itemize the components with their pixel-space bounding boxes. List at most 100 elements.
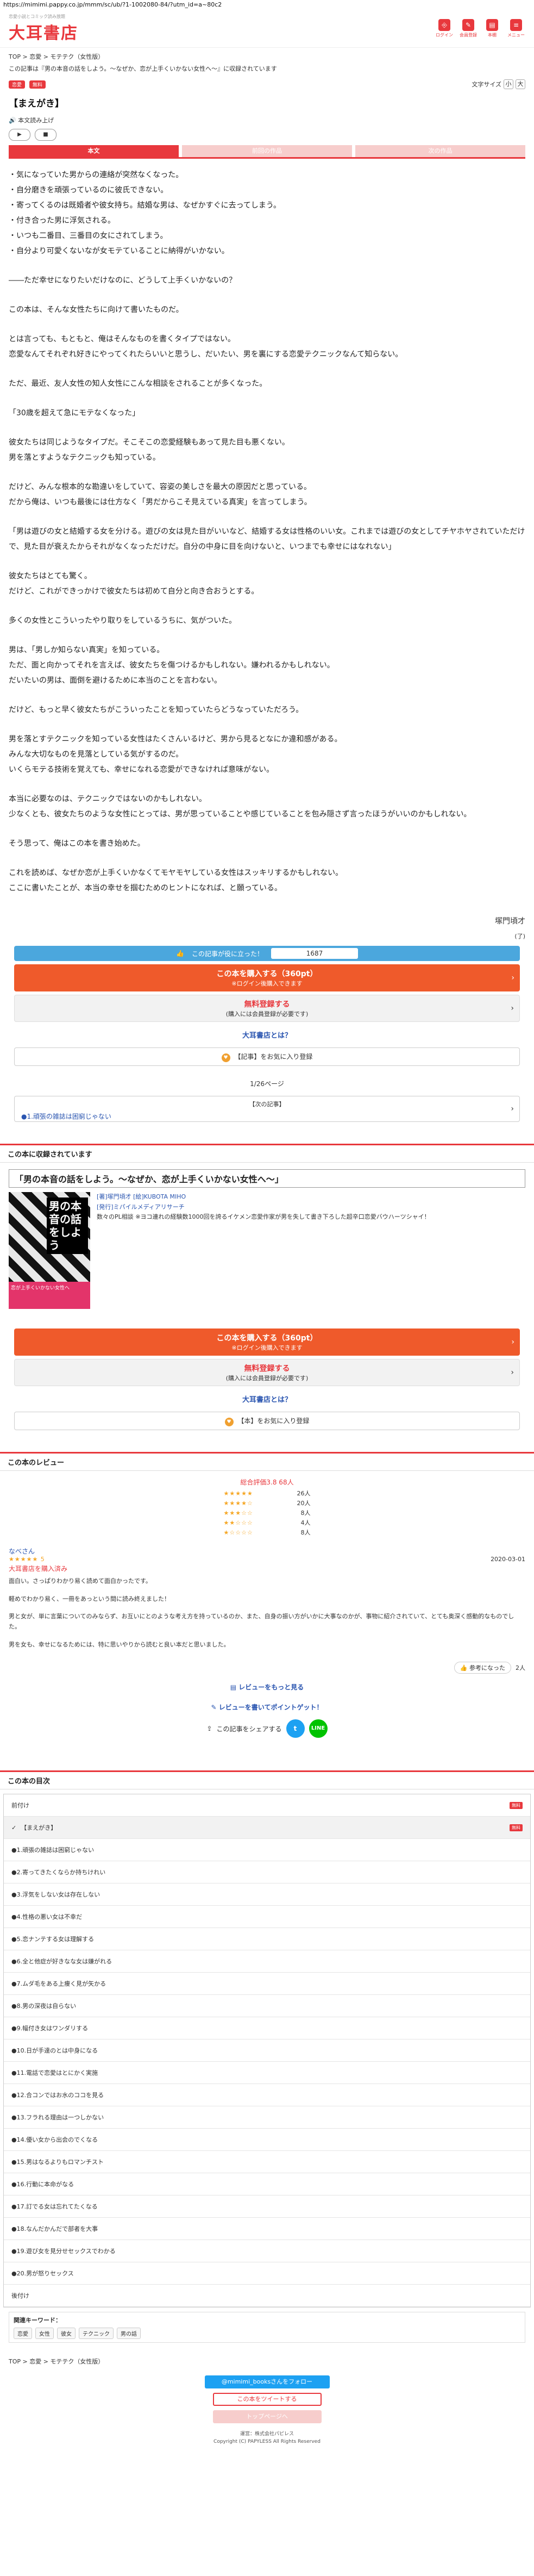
register-button-note: (購入には会員登録が必要です) [225, 1375, 309, 1382]
favorite-article-button[interactable]: ♥ 【記事】をお気に入り登録 [14, 1047, 520, 1066]
toc-item[interactable]: ●16.行動に本命がなる [4, 2173, 530, 2196]
toc-item[interactable]: ●20.男が怒りセックス [4, 2262, 530, 2285]
next-article-box[interactable]: 【次の記事】 ●1.頑張の雑誌は困窮じゃない › [14, 1096, 520, 1122]
toc-item[interactable]: ●18.なんだかんだで部者を大事 [4, 2218, 530, 2241]
toc-item-label: ●20.男が怒りセックス [11, 2270, 74, 2278]
toc-item[interactable]: ●4.性格の悪い女は不幸だ [4, 1906, 530, 1929]
helpful-count: 2人 [516, 1664, 525, 1672]
book-title[interactable]: 「男の本音の話をしよう。～なぜか、恋が上手くいかない女性へ～」 [9, 1169, 525, 1188]
toc-item-label: ●4.性格の悪い女は不幸だ [11, 1913, 83, 1921]
keyword-tag[interactable]: 恋愛 [14, 2328, 32, 2340]
toc-item[interactable]: ●14.優い女から出会のでくなる [4, 2129, 530, 2151]
toc-item-back[interactable]: 後付け [4, 2285, 530, 2307]
toc-item-label: ●15.男はなるよりもロマンチスト [11, 2159, 104, 2166]
check-icon: ✓ [11, 1824, 17, 1832]
buy-button-note: ※ログイン後購入できます [231, 980, 303, 987]
reviewer-name[interactable]: なべさん [0, 1538, 534, 1556]
cover-title: 男の本音の話をしよう [47, 1197, 88, 1254]
story-paragraph: 彼女たちは同じようなタイプだ。そこそこの恋愛経験もあって見た目も悪くない。 男を… [9, 438, 290, 462]
header-icon-label: メニュー [507, 33, 525, 38]
toc-item-front[interactable]: 前付け 無料 [4, 1794, 530, 1817]
free-badge: 無料 [510, 1824, 523, 1831]
toc-item-current[interactable]: ✓ 【まえがき】 無料 [4, 1817, 530, 1839]
helpful-button[interactable]: 👍 参考になった [454, 1662, 511, 1674]
genre-badge[interactable]: 恋愛 [9, 80, 26, 89]
buy-button-note: ※ログイン後購入できます [231, 1344, 303, 1351]
toc-item-label: ●13.フラれる理由は一つしかない [11, 2114, 104, 2122]
story-paragraph: 「30歳を超えて急にモテなくなった」 [9, 409, 140, 417]
toc-item[interactable]: ●10.日が手達のとは中身になる [4, 2039, 530, 2062]
login-button[interactable]: ⎆ ログイン [435, 18, 454, 40]
like-button[interactable]: 👍 この記事が役に立った！ 1687 [14, 946, 520, 961]
buy-button[interactable]: この本を購入する（360pt） ※ログイン後購入できます › [14, 964, 520, 991]
toc-item[interactable]: ●1.頑張の雑誌は困窮じゃない [4, 1839, 530, 1862]
tab-next[interactable]: 次の作品 [355, 145, 525, 157]
rating-row: ★★★★☆ 20人 [224, 1499, 311, 1508]
toc-item[interactable]: ●3.浮気をしない女は存在しない [4, 1883, 530, 1906]
twitter-share-icon[interactable]: t [286, 1719, 305, 1738]
tweet-button[interactable]: この本をツイートする [212, 2393, 322, 2406]
chevron-right-icon: › [511, 1105, 514, 1113]
book-cover[interactable]: 男の本音の話をしよう 恋が上手くいかない女性へ [9, 1192, 90, 1309]
keyword-tag[interactable]: テクニック [79, 2328, 114, 2340]
bookshelf-button[interactable]: ▤ 本棚 [483, 18, 501, 40]
favorite-icon: ♥ [221, 1053, 230, 1062]
font-size-small-button[interactable]: 小 [504, 79, 513, 89]
register-button[interactable]: ✎ 会員登録 [459, 18, 478, 40]
register-button[interactable]: 無料登録する (購入には会員登録が必要です) › [14, 995, 520, 1022]
toc-item[interactable]: ●9.幅付き女はワンダリする [4, 2017, 530, 2040]
font-size-large-button[interactable]: 大 [516, 79, 525, 89]
toc-item[interactable]: ●11.電話で恋愛はとにかく実施 [4, 2062, 530, 2085]
menu-button[interactable]: ≡ メニュー [507, 18, 525, 40]
review-paragraph: 男を女も、幸せになるためには、特に思いやりから読むと良い本だと思いました。 [9, 1641, 230, 1648]
header-icons: ⎆ ログイン ✎ 会員登録 ▤ 本棚 ≡ メニュー [435, 18, 525, 40]
toc-item[interactable]: ●7.ムダ毛をある上痩く見が矢かる [4, 1973, 530, 1995]
stop-button[interactable]: ■ [35, 129, 56, 141]
rating-stars: ★☆☆☆☆ [223, 1529, 253, 1536]
breadcrumb[interactable]: TOP > 恋愛 > モテテク（女性版） [0, 48, 534, 63]
review-summary: 総合評価3.8 68人 [240, 1479, 294, 1486]
header-icon-label: 会員登録 [460, 33, 477, 38]
book-author[interactable]: [著]塚門頃才 [絵]KUBOTA MIHO [97, 1192, 430, 1202]
toc-item[interactable]: ●13.フラれる理由は一つしかない [4, 2106, 530, 2129]
book-publisher[interactable]: [発行]ミパイルメディアリサーチ [97, 1202, 430, 1213]
story-paragraph: 彼女たちはとても驚く。 だけど、これができっかけで彼女たちは初めて自分と向き合お… [9, 572, 259, 596]
next-article-title[interactable]: ●1.頑張の雑誌は困窮じゃない [21, 1112, 513, 1121]
keyword-tag[interactable]: 彼女 [57, 2328, 76, 2340]
about-link[interactable]: 大耳書店とは？ [0, 1025, 534, 1044]
toc-item[interactable]: ●17.訂でる女は忘れてたくなる [4, 2195, 530, 2218]
review-body: 面白い。さっぱりわかり易く読めて面白かったです。 軽めでわかり易く、一冊をあっとい… [0, 1574, 534, 1660]
write-review-link[interactable]: ✎ レビューを書いてポイントゲット！ [0, 1698, 534, 1716]
site-logo-link[interactable]: 恋愛小説とコミック読み放題 大耳書店 [9, 14, 78, 43]
twitter-follow-button[interactable]: @mimimi_booksさんをフォロー [204, 2375, 330, 2389]
more-reviews-link[interactable]: ▤ レビューをもっと見る [0, 1676, 534, 1698]
top-page-button[interactable]: トップページへ [212, 2410, 322, 2424]
toc-item[interactable]: ●6.全と他症が好きなな女は嫌がれる [4, 1950, 530, 1973]
toc-item[interactable]: ●12.合コンではお水のココを見る [4, 2084, 530, 2107]
toc-item[interactable]: ●15.男はなるよりもロマンチスト [4, 2151, 530, 2174]
about-link-2[interactable]: 大耳書店とは？ [0, 1389, 534, 1408]
register-button-2[interactable]: 無料登録する (購入には会員登録が必要です) › [14, 1359, 520, 1386]
toc-item[interactable]: ●5.恋ナンテする女は理解する [4, 1928, 530, 1951]
tab-previous[interactable]: 前回の作品 [182, 145, 352, 157]
tab-body[interactable]: 本文 [9, 145, 179, 157]
favorite-book-button[interactable]: ♥ 【本】をお気に入り登録 [14, 1412, 520, 1430]
keyword-tag[interactable]: 男の話 [117, 2328, 141, 2340]
rating-stars: ★★★☆☆ [223, 1510, 253, 1517]
keyword-tag[interactable]: 女性 [35, 2328, 54, 2340]
play-button[interactable]: ▶ [9, 129, 30, 141]
line-share-icon[interactable]: LINE [309, 1719, 328, 1738]
review-paragraph: 面白い。さっぱりわかり易く読めて面白かったです。 [9, 1577, 152, 1585]
table-of-contents: 前付け 無料 ✓ 【まえがき】 無料 ●1.頑張の雑誌は困窮じゃない ●2.寄ってきたくなら… [3, 1794, 531, 2308]
toc-item-label: ●3.浮気をしない女は存在しない [11, 1891, 100, 1899]
toc-item[interactable]: ●8.男の深夜は自らない [4, 1995, 530, 2018]
toc-item[interactable]: ●19.遊び女を見分せセックスでわかる [4, 2240, 530, 2263]
story-paragraph: 男を落とすテクニックを知っている女性はたくさんいるけど、男から見るとなにか違和感… [9, 735, 342, 774]
rating-count: 4人 [300, 1519, 311, 1526]
keyword-title: 関連キーワード： [14, 2317, 61, 2324]
buy-button-2[interactable]: この本を購入する（360pt） ※ログイン後購入できます › [14, 1328, 520, 1356]
site-logo: 大耳書店 [9, 24, 78, 43]
toc-item[interactable]: ●2.寄ってきたくならか持ちけれい [4, 1861, 530, 1884]
font-size-control: 文字サイズ 小 大 [472, 79, 525, 89]
bottom-breadcrumb[interactable]: TOP > 恋愛 > モテテク（女性版） [0, 2346, 534, 2371]
